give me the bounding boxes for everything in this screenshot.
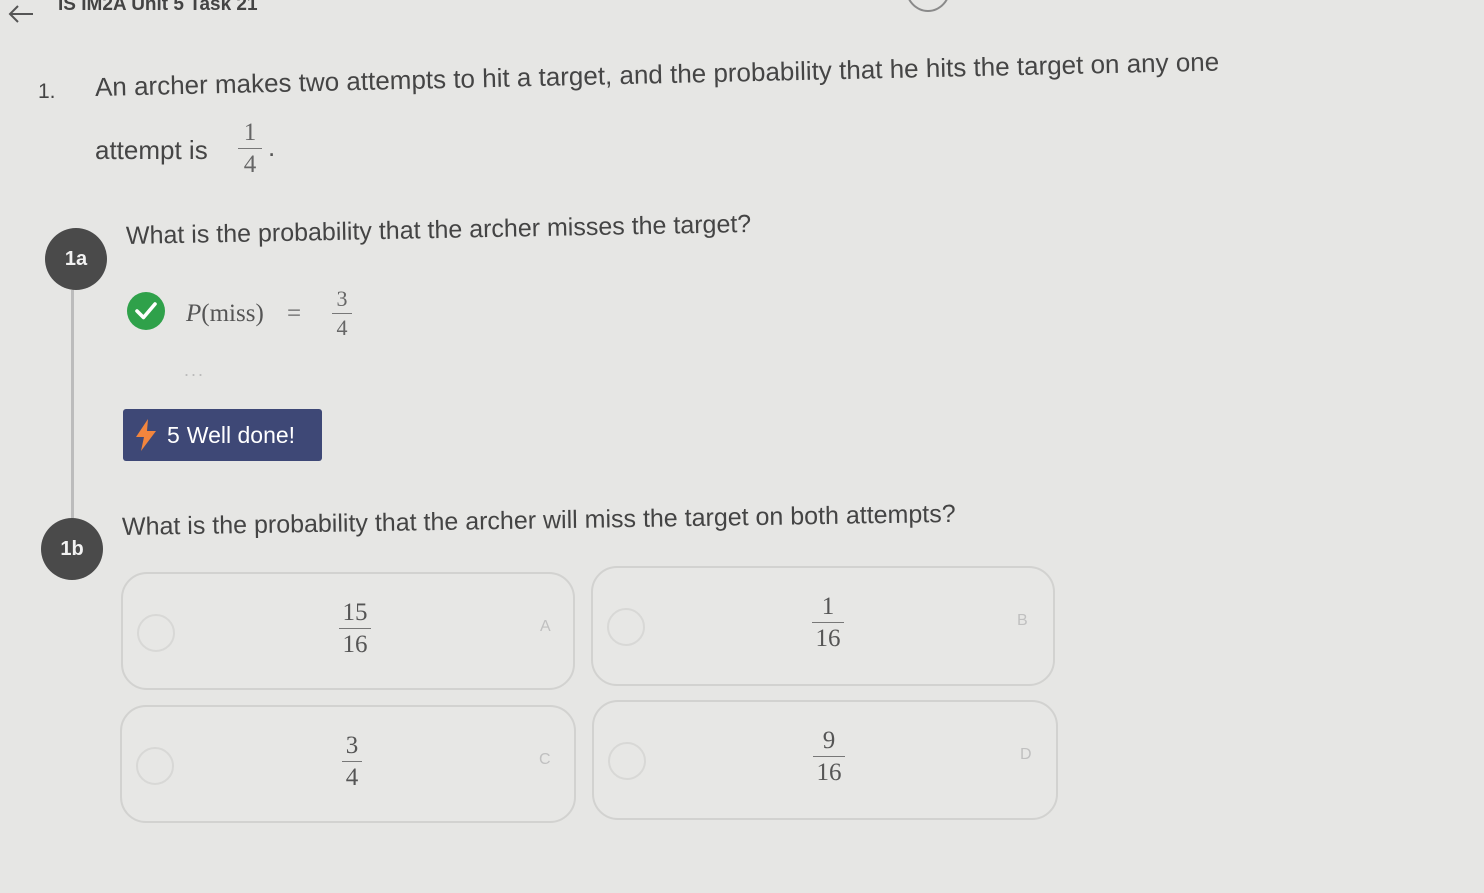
option-fraction: 1 16 bbox=[812, 594, 844, 651]
reward-message: Well done! bbox=[186, 421, 296, 448]
answer-fraction: 3 4 bbox=[332, 288, 352, 339]
problem-stem-line1: An archer makes two attempts to hit a ta… bbox=[94, 46, 1220, 102]
stem-period: . bbox=[268, 132, 276, 162]
lightning-bolt-icon bbox=[136, 419, 156, 451]
answer-option-c[interactable]: 3 4 C bbox=[120, 705, 576, 823]
more-options[interactable]: ... bbox=[184, 360, 205, 381]
reward-banner: 5 Well done! bbox=[123, 409, 322, 461]
hit-probability-fraction: 1 4 bbox=[238, 120, 262, 177]
step-badge-1b: 1b bbox=[41, 518, 103, 580]
option-letter: D bbox=[1020, 746, 1032, 763]
question-number: 1. bbox=[38, 80, 56, 103]
fraction-denominator: 4 bbox=[336, 315, 348, 340]
reward-points: 5 bbox=[167, 421, 180, 448]
fraction-denominator: 16 bbox=[342, 631, 368, 658]
answer-option-a[interactable]: 15 16 A bbox=[121, 572, 575, 690]
step-badge-1a: 1a bbox=[45, 228, 107, 290]
radio-button[interactable] bbox=[137, 614, 175, 652]
fraction-numerator: 3 bbox=[345, 732, 359, 759]
option-fraction: 3 4 bbox=[342, 733, 362, 790]
fraction-denominator: 16 bbox=[816, 759, 842, 786]
answer-option-b[interactable]: 1 16 B bbox=[591, 566, 1055, 686]
fraction-numerator: 15 bbox=[342, 599, 368, 626]
option-fraction: 9 16 bbox=[813, 728, 845, 785]
answer-expression: P(miss) bbox=[186, 300, 264, 327]
check-circle-icon bbox=[127, 292, 165, 330]
fraction-numerator: 1 bbox=[821, 593, 835, 620]
radio-button[interactable] bbox=[608, 742, 646, 780]
fraction-numerator: 1 bbox=[243, 119, 257, 146]
option-fraction: 15 16 bbox=[339, 600, 371, 657]
step-1a-prompt: What is the probability that the archer … bbox=[125, 209, 752, 250]
fraction-denominator: 16 bbox=[815, 625, 841, 652]
option-letter: B bbox=[1017, 612, 1028, 629]
task-title: IS IM2A Unit 5 Task 21 bbox=[58, 0, 258, 15]
problem-stem-line2: attempt is bbox=[95, 135, 208, 165]
option-letter: A bbox=[540, 618, 551, 635]
progress-circle bbox=[905, 0, 951, 12]
fraction-denominator: 4 bbox=[345, 764, 359, 791]
answer-option-d[interactable]: 9 16 D bbox=[592, 700, 1058, 820]
answer-equals: = bbox=[287, 300, 302, 327]
radio-button[interactable] bbox=[607, 608, 645, 646]
option-letter: C bbox=[539, 751, 551, 768]
fraction-numerator: 3 bbox=[336, 286, 348, 311]
step-timeline bbox=[71, 290, 74, 522]
radio-button[interactable] bbox=[136, 747, 174, 785]
fraction-denominator: 4 bbox=[243, 151, 257, 178]
arrow-left-icon[interactable] bbox=[6, 2, 36, 26]
step-1b-prompt: What is the probability that the archer … bbox=[121, 499, 956, 541]
fraction-numerator: 9 bbox=[822, 727, 836, 754]
